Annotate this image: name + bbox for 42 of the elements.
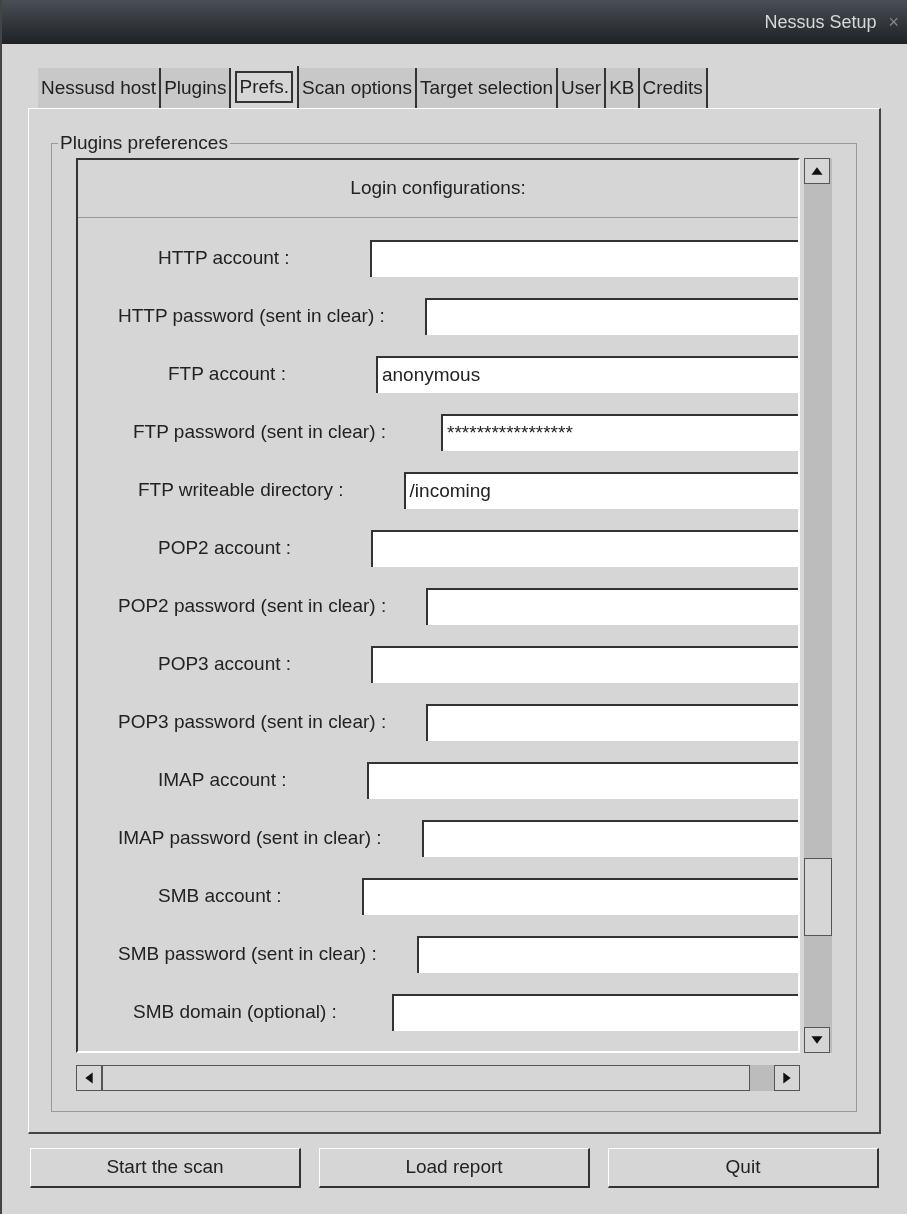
field-label: POP3 account : <box>157 652 293 677</box>
text-field[interactable] <box>426 588 798 625</box>
text-field[interactable]: anonymous <box>375 356 798 393</box>
text-field[interactable] <box>424 298 798 335</box>
tab[interactable]: Nessusd host <box>38 68 162 108</box>
text-field[interactable] <box>369 240 798 277</box>
field-label: HTTP password (sent in clear) : <box>117 304 386 329</box>
window-title: Nessus Setup <box>764 10 877 34</box>
text-field[interactable] <box>361 878 798 915</box>
field-label: FTP writeable directory : <box>137 478 345 503</box>
scrollbar-thumb[interactable] <box>804 858 832 936</box>
field-label: IMAP password (sent in clear) : <box>117 826 383 851</box>
tab[interactable]: KB <box>606 68 640 108</box>
text-field[interactable]: /incoming <box>403 472 798 509</box>
action-button[interactable]: Quit <box>608 1148 879 1188</box>
text-field[interactable] <box>366 762 798 799</box>
text-field[interactable] <box>391 994 798 1031</box>
field-label: HTTP account : <box>157 246 291 271</box>
action-button[interactable]: Start the scan <box>30 1148 301 1188</box>
text-field[interactable] <box>371 646 798 683</box>
text-field[interactable]: ***************** <box>441 414 798 451</box>
tab[interactable]: Plugins <box>161 68 232 108</box>
field-label: SMB account : <box>157 884 283 909</box>
field-label: SMB domain (optional) : <box>132 1000 338 1025</box>
tab[interactable]: Target selection <box>416 68 558 108</box>
vertical-scrollbar[interactable] <box>804 158 832 1053</box>
text-field[interactable] <box>426 704 798 741</box>
text-field[interactable] <box>416 936 798 973</box>
field-label: FTP account : <box>167 362 287 387</box>
field-label: SMB password (sent in clear) : <box>117 942 378 967</box>
tab[interactable]: User <box>558 68 607 108</box>
tab[interactable]: Scan options <box>299 68 417 108</box>
field-label: IMAP account : <box>157 768 288 793</box>
field-label: FTP password (sent in clear) : <box>132 420 388 445</box>
field-label: POP2 account : <box>157 536 293 561</box>
field-label: POP2 password (sent in clear) : <box>117 594 388 619</box>
action-button[interactable]: Load report <box>319 1148 590 1188</box>
field-label: POP3 password (sent in clear) : <box>117 710 388 735</box>
text-field[interactable] <box>371 530 798 567</box>
text-field[interactable] <box>421 820 798 857</box>
section-header: Login configurations: <box>78 160 798 218</box>
tab[interactable]: Credits <box>639 68 708 108</box>
